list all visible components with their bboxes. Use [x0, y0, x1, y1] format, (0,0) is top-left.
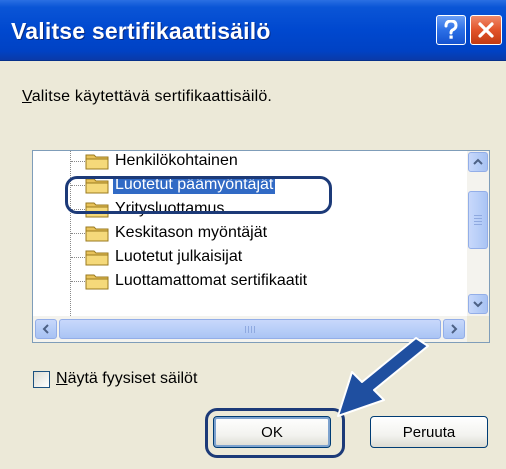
- scroll-right-button[interactable]: [443, 319, 465, 339]
- chevron-left-icon: [42, 324, 49, 334]
- scroll-up-button[interactable]: [468, 152, 488, 172]
- folder-icon: [85, 274, 109, 290]
- scroll-left-button[interactable]: [35, 319, 57, 339]
- show-physical-stores-checkbox[interactable]: [33, 371, 50, 388]
- close-button[interactable]: [470, 15, 502, 45]
- instruction-accesskey: V: [22, 88, 32, 105]
- tree-item-luottamattomat-sertifikaatit[interactable]: Luottamattomat sertifikaatit: [33, 269, 467, 293]
- close-x-icon: [478, 22, 494, 38]
- tree-item-keskitason-myontajat[interactable]: Keskitason myöntäjät: [33, 221, 467, 245]
- tree-item-luotetut-julkaisijat[interactable]: Luotetut julkaisijat: [33, 245, 467, 269]
- instruction-rest: alitse käytettävä sertifikaattisäilö.: [31, 88, 273, 105]
- tree-item-label: Keskitason myöntäjät: [115, 224, 268, 241]
- help-button[interactable]: [436, 15, 466, 45]
- checkbox-label: Näytä fyysiset säilöt: [56, 370, 197, 388]
- scrollbar-corner: [467, 316, 489, 342]
- vertical-scrollbar[interactable]: [467, 151, 489, 316]
- chevron-down-icon: [473, 301, 483, 308]
- chevron-up-icon: [473, 158, 483, 165]
- scroll-thumb[interactable]: [468, 191, 488, 249]
- tree-item-label: Henkilökohtainen: [115, 152, 238, 169]
- select-certificate-store-dialog: Valitse sertifikaattisäilö Valitse käyte…: [0, 0, 506, 469]
- folder-icon: [85, 250, 109, 266]
- question-mark-icon: [444, 20, 458, 39]
- pointer-arrow-icon: [337, 337, 429, 417]
- folder-icon: [85, 226, 109, 242]
- tree-item-henkilokohtainen[interactable]: Henkilökohtainen: [33, 151, 467, 173]
- checkbox-label-rest: äytä fyysiset säilöt: [67, 370, 198, 387]
- tree-item-label: Luottamattomat sertifikaatit: [115, 272, 308, 289]
- instruction-text: Valitse käytettävä sertifikaattisäilö.: [22, 88, 272, 106]
- folder-icon: [85, 154, 109, 170]
- checkbox-accesskey: N: [56, 370, 68, 387]
- tree-item-label: Luotetut julkaisijat: [115, 248, 243, 265]
- chevron-right-icon: [451, 324, 458, 334]
- title-bar[interactable]: Valitse sertifikaattisäilö: [0, 0, 506, 61]
- dialog-title: Valitse sertifikaattisäilö: [11, 18, 271, 44]
- scroll-down-button[interactable]: [468, 294, 488, 314]
- selection-highlight-callout: [65, 176, 332, 214]
